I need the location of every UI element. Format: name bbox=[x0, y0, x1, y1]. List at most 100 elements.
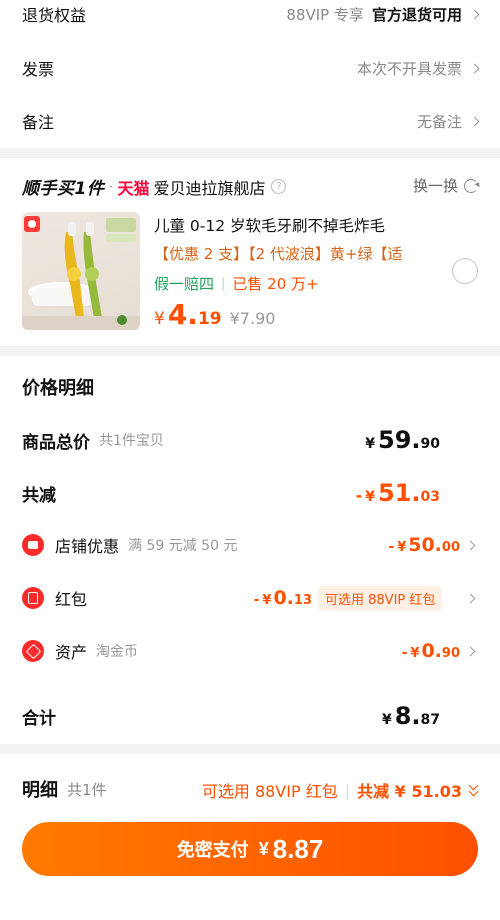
sold-count: 已售 20 万+ bbox=[232, 275, 319, 293]
store-coupon-icon bbox=[22, 534, 44, 556]
currency-symbol: ¥ bbox=[381, 712, 392, 728]
red-packet-icon bbox=[22, 587, 44, 609]
pay-label: 免密支付 bbox=[176, 840, 249, 860]
returns-row[interactable]: 退货权益 88VIP 专享 官方退货可用 bbox=[0, 0, 500, 34]
total-discount: 共减 ¥ 51.03 bbox=[357, 782, 462, 801]
returns-value-group: 88VIP 专享 官方退货可用 bbox=[286, 4, 480, 25]
price-decimal: 19 bbox=[197, 309, 222, 329]
add-on-header: 顺手买1件 · 天猫 爱贝迪拉旗舰店 ? bbox=[22, 174, 287, 199]
pay-button[interactable]: 免密支付 ¥ 8.87 bbox=[22, 822, 478, 876]
order-options-card: 退货权益 88VIP 专享 官方退货可用 发票 本次不开具发票 备注 无备注 bbox=[0, 0, 500, 148]
price-detail-title: 价格明细 bbox=[22, 378, 94, 399]
goods-total-amount: ¥ 59. 90 bbox=[365, 426, 440, 454]
chevron-right-icon bbox=[465, 646, 476, 656]
tmall-logo: 天猫 bbox=[117, 178, 150, 198]
currency-symbol: ¥ bbox=[410, 646, 420, 661]
goods-total-label: 商品总价 bbox=[22, 432, 90, 453]
add-on-slogan: 顺手买1件 bbox=[22, 179, 105, 199]
currency-symbol: ¥ bbox=[154, 309, 165, 329]
goods-count: 共1件宝贝 bbox=[99, 433, 164, 449]
invoice-label: 发票 bbox=[22, 60, 55, 79]
asset-type: 淘金币 bbox=[96, 644, 139, 660]
refresh-icon bbox=[464, 178, 478, 193]
amount-integer: 51. bbox=[378, 479, 421, 507]
amount-decimal: 90 bbox=[420, 436, 440, 452]
guarantee-tag: 假一赔四 bbox=[154, 275, 215, 293]
amount-decimal: 03 bbox=[420, 489, 440, 505]
amount-integer: 50. bbox=[408, 534, 442, 556]
red-packet-label-group: 红包 bbox=[22, 586, 87, 610]
currency-symbol: ¥ bbox=[397, 540, 407, 555]
swap-label: 换一换 bbox=[412, 177, 458, 195]
separator-dot: · bbox=[108, 177, 114, 196]
discount-summary[interactable]: 可选用 88VIP 红包 | 共减 ¥ 51.03 bbox=[202, 778, 480, 802]
amount-decimal: 00 bbox=[441, 540, 460, 555]
original-price: ¥7.90 bbox=[229, 309, 276, 328]
chevron-right-icon bbox=[469, 9, 480, 19]
detail-summary[interactable]: 明细 共1件 bbox=[22, 776, 107, 802]
add-on-card: 顺手买1件 · 天猫 爱贝迪拉旗舰店 ? 换一换 儿童 0-12 岁软毛牙刷不掉… bbox=[0, 158, 500, 346]
sum-label: 合计 bbox=[22, 708, 56, 729]
product-tags: 【优惠 2 支】【2 代波浪】黄+绿【适 bbox=[154, 245, 403, 263]
minus-sign: - bbox=[401, 645, 408, 661]
asset-row[interactable]: 资产 淘金币 - ¥ 0. 90 bbox=[0, 633, 500, 669]
amount-decimal: 13 bbox=[293, 593, 312, 608]
sum-row: 合计 ¥ 8. 87 bbox=[0, 698, 500, 734]
amount-integer: 8. bbox=[394, 702, 421, 730]
swap-button[interactable]: 换一换 bbox=[413, 175, 478, 196]
goods-total-row: 商品总价 共1件宝贝 ¥ 59. 90 bbox=[0, 422, 500, 458]
price-integer: 4. bbox=[167, 298, 198, 331]
divider: | bbox=[344, 780, 351, 800]
help-icon[interactable]: ? bbox=[271, 179, 287, 194]
asset-amount: - ¥ 0. 90 bbox=[402, 640, 460, 662]
minus-sign: - bbox=[355, 486, 363, 505]
price-detail-card: 价格明细 商品总价 共1件宝贝 ¥ 59. 90 共减 - ¥ 51. 03 店… bbox=[0, 356, 500, 744]
asset-label-group: 资产 淘金币 bbox=[22, 639, 138, 663]
goods-total-label-group: 商品总价 共1件宝贝 bbox=[22, 428, 164, 453]
asset-label: 资产 bbox=[55, 643, 88, 662]
product-title[interactable]: 儿童 0-12 岁软毛牙刷不掉毛炸毛 bbox=[154, 214, 416, 236]
note-value-group: 无备注 bbox=[416, 111, 480, 132]
pay-amount: 8.87 bbox=[272, 833, 324, 864]
toothbrush-illustration bbox=[22, 216, 140, 330]
vip-red-packet-badge[interactable]: 可选用 88VIP 红包 bbox=[318, 585, 443, 611]
red-packet-row[interactable]: 红包 - ¥ 0. 13 可选用 88VIP 红包 bbox=[0, 580, 500, 616]
product-price: ¥ 4. 19 ¥7.90 bbox=[154, 298, 275, 331]
note-label: 备注 bbox=[22, 113, 55, 132]
invoice-value: 本次不开具发票 bbox=[356, 59, 462, 78]
chevron-right-icon bbox=[469, 116, 480, 126]
note-row[interactable]: 备注 无备注 bbox=[0, 101, 500, 141]
store-name[interactable]: 爱贝迪拉旗舰店 bbox=[153, 175, 265, 199]
currency-symbol: ¥ bbox=[262, 593, 272, 608]
vip-exclusive-tag: 88VIP 专享 bbox=[286, 5, 364, 24]
product-promo: 假一赔四 | 已售 20 万+ bbox=[154, 273, 319, 294]
product-image[interactable] bbox=[22, 212, 140, 330]
returns-label: 退货权益 bbox=[22, 6, 87, 25]
amount-decimal: 87 bbox=[420, 712, 440, 728]
store-discount-rule: 满 59 元减 50 元 bbox=[128, 538, 238, 554]
discount-total-row: 共减 - ¥ 51. 03 bbox=[0, 475, 500, 511]
asset-tag-icon bbox=[22, 640, 44, 662]
vip-hint: 可选用 88VIP 红包 bbox=[201, 782, 338, 801]
currency-symbol: ¥ bbox=[365, 489, 375, 505]
store-discount-row[interactable]: 店铺优惠 满 59 元减 50 元 - ¥ 50. 00 bbox=[0, 527, 500, 563]
red-packet-amount: - ¥ 0. 13 bbox=[254, 587, 312, 609]
amount-decimal: 90 bbox=[441, 646, 460, 661]
sum-amount: ¥ 8. 87 bbox=[382, 702, 440, 730]
amount-integer: 59. bbox=[378, 426, 421, 454]
add-on-select-radio[interactable] bbox=[452, 258, 478, 284]
store-discount-label-group: 店铺优惠 满 59 元减 50 元 bbox=[22, 533, 237, 557]
chevron-right-icon bbox=[465, 540, 476, 550]
note-value: 无备注 bbox=[416, 112, 462, 131]
item-count: 共1件 bbox=[67, 780, 107, 799]
minus-sign: - bbox=[388, 539, 395, 555]
discount-total-amount: - ¥ 51. 03 bbox=[356, 479, 440, 507]
minus-sign: - bbox=[253, 592, 260, 608]
amount-integer: 0. bbox=[421, 640, 442, 662]
currency-symbol: ¥ bbox=[258, 838, 269, 859]
chevron-right-icon bbox=[469, 63, 480, 73]
returns-value: 官方退货可用 bbox=[371, 5, 462, 24]
currency-symbol: ¥ bbox=[365, 436, 375, 452]
invoice-row[interactable]: 发票 本次不开具发票 bbox=[0, 48, 500, 88]
discount-total-label: 共减 bbox=[22, 485, 56, 506]
